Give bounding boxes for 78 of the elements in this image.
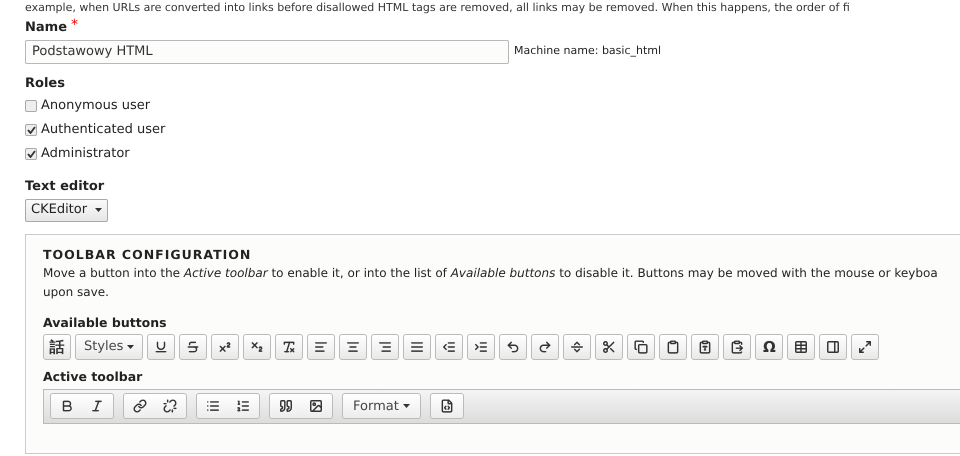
dropdown-button[interactable]: Format bbox=[345, 395, 418, 418]
toolbar-button[interactable] bbox=[627, 334, 656, 360]
checkbox[interactable] bbox=[25, 100, 37, 112]
toolbar-button[interactable] bbox=[435, 334, 464, 360]
align-right-icon bbox=[378, 340, 392, 354]
toolbar-button[interactable] bbox=[659, 334, 688, 360]
subscript-icon bbox=[250, 340, 264, 354]
toolbar-button[interactable] bbox=[307, 334, 336, 360]
italic-icon bbox=[90, 399, 104, 414]
remove-format-icon bbox=[282, 340, 296, 354]
toolbar-button[interactable] bbox=[851, 334, 880, 360]
toolbar-button[interactable] bbox=[819, 334, 848, 360]
toolbar-button[interactable] bbox=[179, 334, 208, 360]
toolbar-button[interactable] bbox=[243, 334, 272, 360]
bold-icon bbox=[60, 399, 74, 414]
caret-icon bbox=[127, 345, 134, 349]
toolbar-button[interactable]: 話 bbox=[43, 334, 71, 360]
indent-icon bbox=[474, 340, 488, 354]
checkbox-label: Administrator bbox=[41, 145, 130, 164]
quote-icon bbox=[279, 399, 293, 414]
superscript-icon bbox=[218, 340, 232, 354]
toolbar-button[interactable] bbox=[691, 334, 720, 360]
toolbar-button[interactable] bbox=[531, 334, 560, 360]
toolbar-button[interactable] bbox=[339, 334, 368, 360]
align-center-icon bbox=[346, 340, 360, 354]
field-label: Name bbox=[25, 19, 68, 37]
dropdown-button[interactable]: Styles bbox=[75, 334, 144, 360]
toolbar-button[interactable] bbox=[723, 334, 752, 360]
table-icon bbox=[794, 340, 808, 354]
numbered-list-icon bbox=[236, 399, 250, 414]
toolbar-button[interactable] bbox=[467, 334, 496, 360]
description-text: Move a button into the Active toolbar to enable it, or into the list of Available buttons to disable it. Buttons may be moved with the mouse or keyboa bbox=[43, 265, 939, 282]
underline-icon bbox=[154, 340, 168, 354]
fieldset-title: TOOLBAR CONFIGURATION bbox=[43, 246, 252, 264]
paste-icon bbox=[666, 340, 680, 354]
outdent-icon bbox=[442, 340, 456, 354]
unlink-icon bbox=[163, 399, 177, 414]
checkbox-label: Anonymous user bbox=[41, 97, 150, 116]
strikethrough-icon bbox=[186, 340, 200, 354]
toolbar-button[interactable] bbox=[403, 334, 432, 360]
editor-select[interactable]: CKEditor bbox=[25, 198, 108, 222]
redo-icon bbox=[538, 340, 552, 354]
toolbar-button[interactable] bbox=[787, 334, 816, 360]
caret-icon bbox=[95, 208, 102, 212]
toolbar-button[interactable]: Ω bbox=[755, 334, 784, 360]
section-label: Available buttons bbox=[43, 314, 168, 332]
maximize-icon bbox=[858, 340, 872, 354]
toolbar-button[interactable] bbox=[147, 334, 176, 360]
checkmark-icon bbox=[26, 126, 36, 134]
name-input-field[interactable]: Podstawowy HTML bbox=[25, 40, 509, 64]
checkbox[interactable] bbox=[25, 124, 37, 136]
intro-text: example, when URLs are converted into links before disallowed HTML tags are removed, all links may be removed. When this happens, the order of fi bbox=[25, 2, 851, 14]
toolbar-button[interactable] bbox=[275, 334, 304, 360]
image-icon bbox=[309, 399, 323, 414]
toolbar-button[interactable] bbox=[563, 334, 592, 360]
paste-text-icon bbox=[698, 340, 712, 354]
checkmark-icon bbox=[26, 150, 36, 158]
toolbar-button[interactable] bbox=[499, 334, 528, 360]
checkbox-label: Authenticated user bbox=[41, 121, 166, 140]
checkbox[interactable] bbox=[25, 148, 37, 160]
toolbar-button[interactable] bbox=[371, 334, 400, 360]
description-text: upon save. bbox=[43, 284, 110, 302]
section-label: Text editor bbox=[25, 178, 106, 196]
section-label: Active toolbar bbox=[43, 368, 144, 386]
undo-icon bbox=[506, 340, 520, 354]
align-justify-icon bbox=[410, 340, 424, 354]
link-icon bbox=[133, 399, 147, 414]
section-label: Roles bbox=[25, 74, 66, 92]
toolbar-button[interactable] bbox=[211, 334, 240, 360]
cut-icon bbox=[602, 340, 616, 354]
machine-name-text: Machine name: basic_html bbox=[514, 43, 662, 60]
align-left-icon bbox=[314, 340, 328, 354]
copy-icon bbox=[634, 340, 648, 354]
toolbar-button[interactable] bbox=[595, 334, 624, 360]
source-icon bbox=[440, 399, 454, 414]
required-mark: * bbox=[71, 16, 78, 36]
caret-icon bbox=[402, 404, 410, 408]
bulleted-list-icon bbox=[206, 399, 220, 414]
